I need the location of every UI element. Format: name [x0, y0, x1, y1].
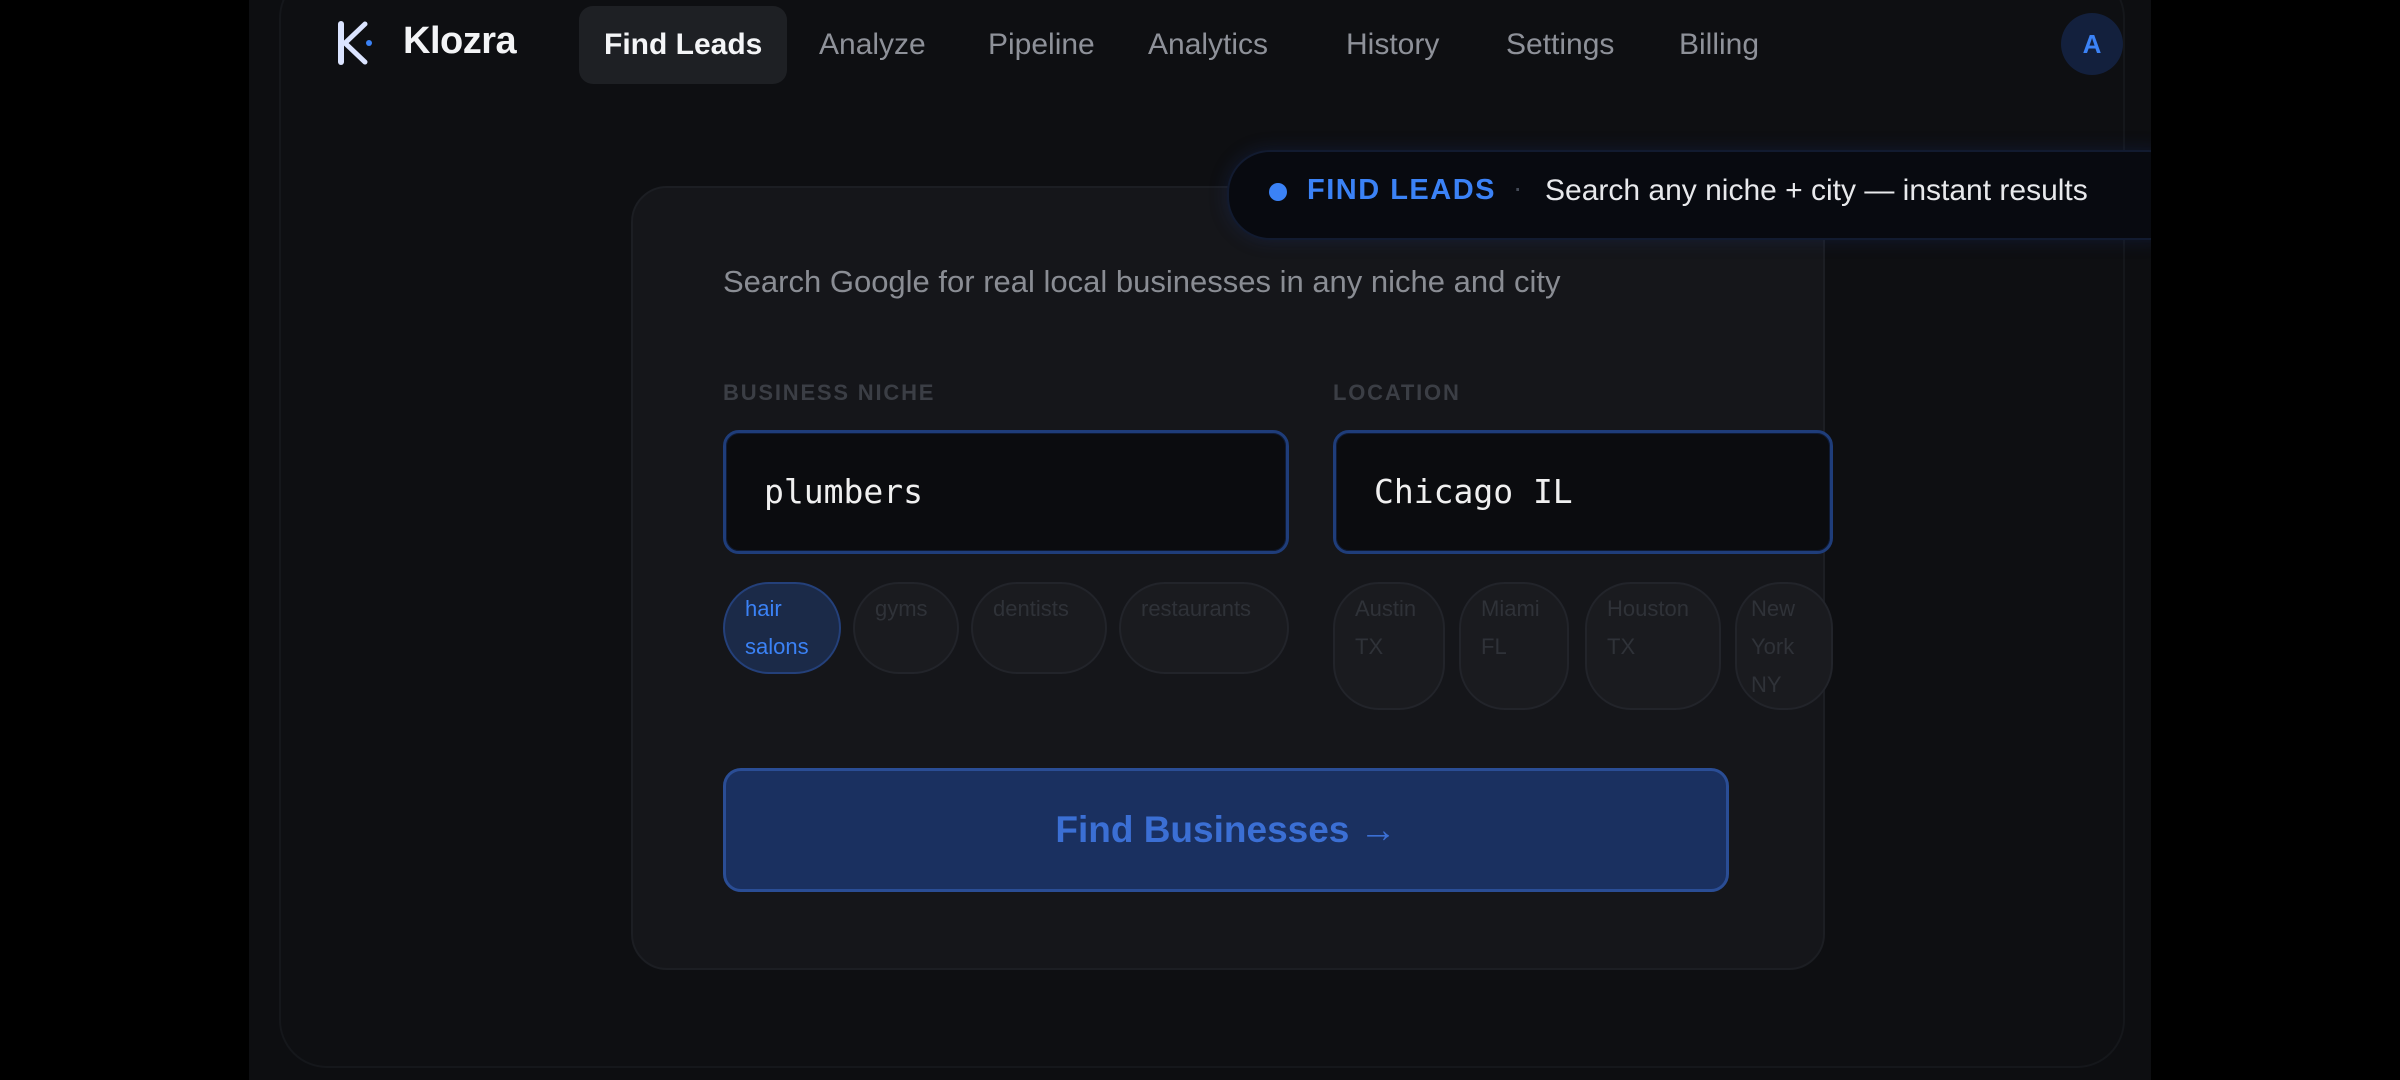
location-chip-new-york[interactable]: New York NY: [1735, 582, 1833, 710]
niche-chip-restaurants[interactable]: restaurants: [1119, 582, 1289, 674]
brand-name[interactable]: Klozra: [403, 20, 517, 63]
location-chip-houston[interactable]: Houston TX: [1585, 582, 1721, 710]
nav-settings[interactable]: Settings: [1481, 6, 1639, 84]
status-dot-icon: [1269, 183, 1287, 201]
user-avatar[interactable]: A: [2061, 13, 2123, 75]
niche-input[interactable]: plumbers: [723, 430, 1289, 554]
niche-chip-hair-salons[interactable]: hair salons: [723, 582, 841, 674]
niche-label: BUSINESS NICHE: [723, 380, 936, 405]
find-businesses-button[interactable]: Find Businesses →: [723, 768, 1729, 892]
top-nav: Klozra Find Leads Analyze Pipeline Analy…: [249, 0, 2151, 90]
banner-text: Search any niche + city — instant result…: [1545, 174, 2088, 207]
niche-chip-dentists[interactable]: dentists: [971, 582, 1107, 674]
location-chip-miami[interactable]: Miami FL: [1459, 582, 1569, 710]
location-label: LOCATION: [1333, 380, 1461, 405]
banner-label: FIND LEADS: [1307, 174, 1496, 206]
nav-analyze[interactable]: Analyze: [794, 6, 951, 84]
screen: Klozra Find Leads Analyze Pipeline Analy…: [0, 0, 2400, 1080]
nav-find-leads[interactable]: Find Leads: [579, 6, 788, 84]
nav-analytics[interactable]: Analytics: [1123, 6, 1293, 84]
search-description: Search Google for real local businesses …: [723, 264, 1561, 299]
banner-separator: ·: [1513, 172, 1523, 203]
location-input[interactable]: Chicago IL: [1333, 430, 1833, 554]
nav-pipeline[interactable]: Pipeline: [963, 6, 1120, 84]
location-chip-austin[interactable]: Austin TX: [1333, 582, 1445, 710]
niche-chip-gyms[interactable]: gyms: [853, 582, 959, 674]
app-window: Klozra Find Leads Analyze Pipeline Analy…: [249, 0, 2151, 1080]
nav-billing[interactable]: Billing: [1654, 6, 1784, 84]
nav-history[interactable]: History: [1321, 6, 1464, 84]
klozra-logo-icon[interactable]: [335, 18, 375, 68]
